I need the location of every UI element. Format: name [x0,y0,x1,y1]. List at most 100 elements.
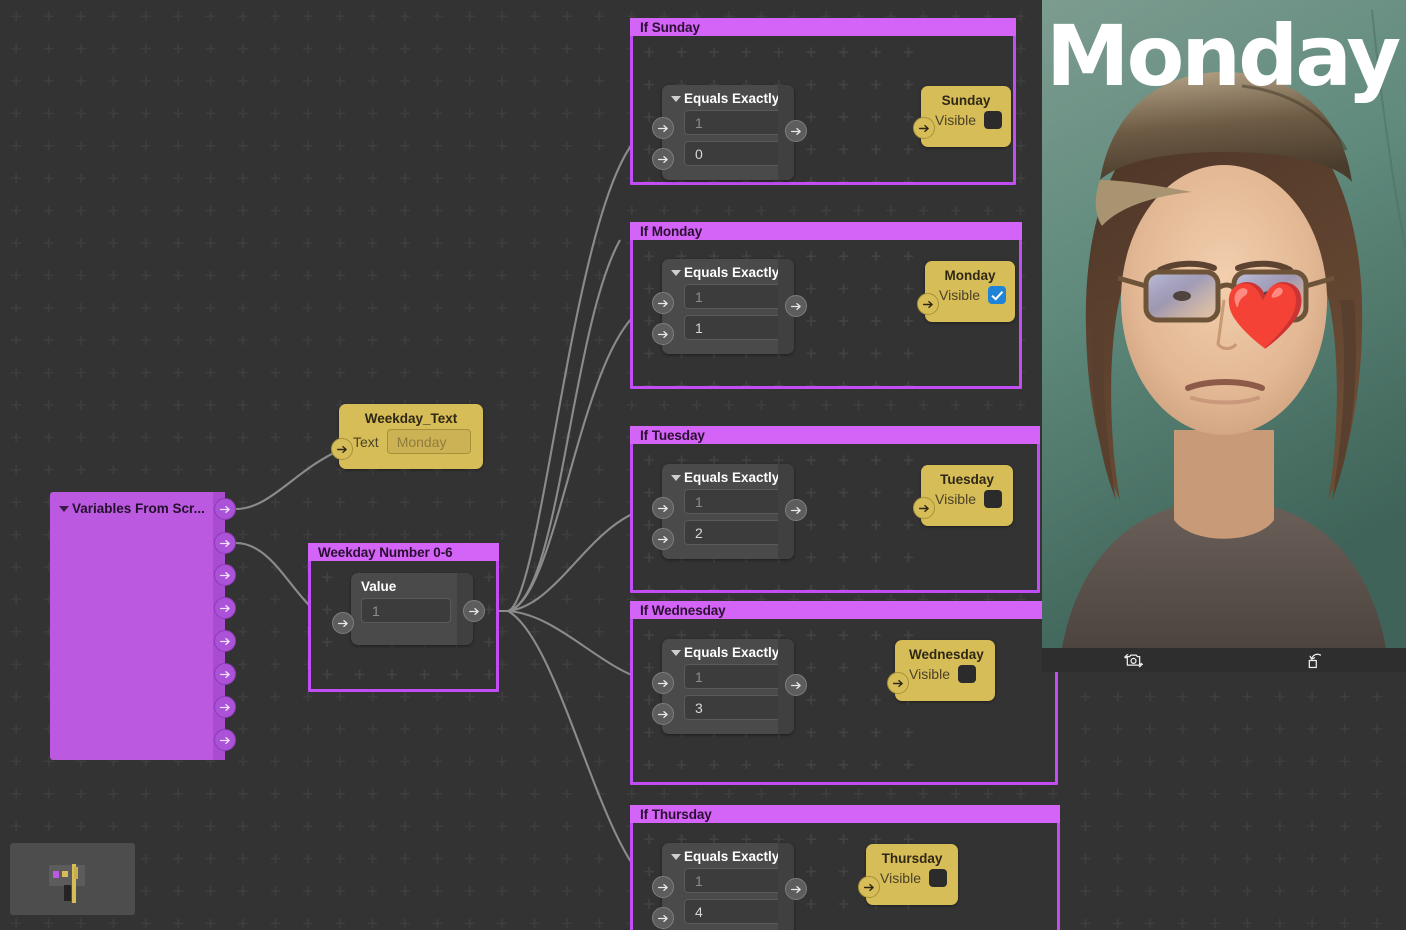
equals-input-port-b-thursday[interactable] [652,907,674,929]
arrow-right-icon [657,504,668,512]
visible-checkbox[interactable] [988,286,1006,304]
output-node-row: Visible [866,869,958,896]
output-node-row: Visible [925,286,1015,313]
equals-input-port-b-sunday[interactable] [652,148,674,170]
output-node-tuesday[interactable]: Tuesday Visible [921,465,1013,526]
equals-input-a[interactable]: 1 [684,489,785,514]
weekday-text-field[interactable]: Monday [386,429,471,454]
value-node-field[interactable]: 1 [361,598,451,623]
flip-image-button[interactable] [1298,649,1332,671]
output-node-input-port-monday[interactable] [917,293,939,315]
collapse-triangle-icon[interactable] [59,506,69,512]
webcam-video: Monday ❤️ [1042,0,1406,648]
output-node-title: Tuesday [940,472,994,487]
equals-node-title: Equals Exactly [684,645,780,660]
equals-exactly-node-tuesday[interactable]: Equals Exactly 1 2 [662,464,794,559]
equals-input-b[interactable]: 1 [684,315,785,340]
variables-output-port-6[interactable] [214,663,236,685]
output-node-input-port-sunday[interactable] [913,117,935,139]
group-if-thursday-title: If Thursday [630,805,1060,823]
value-node-input-port[interactable] [332,612,354,634]
equals-input-port-a-sunday[interactable] [652,117,674,139]
group-if-wednesday-title: If Wednesday [630,601,1058,619]
variables-from-script-node[interactable]: Variables From Scr... [50,492,225,760]
equals-output-port-wednesday[interactable] [785,674,807,696]
equals-input-port-b-wednesday[interactable] [652,703,674,725]
arrow-right-icon [219,505,230,513]
equals-input-port-b-monday[interactable] [652,323,674,345]
output-node-input-port-thursday[interactable] [858,876,880,898]
output-node-input-port-tuesday[interactable] [913,497,935,519]
group-weekday-number-title: Weekday Number 0-6 [308,543,499,561]
equals-input-a[interactable]: 1 [684,664,785,689]
equals-input-a[interactable]: 1 [684,110,785,135]
output-node-sunday[interactable]: Sunday Visible [921,86,1011,147]
weekday-text-node[interactable]: Weekday_Text Text Monday [339,404,483,469]
visible-checkbox[interactable] [958,665,976,683]
output-node-wednesday[interactable]: Wednesday Visible [895,640,995,701]
variables-output-port-2[interactable] [214,532,236,554]
variables-output-port-1[interactable] [214,498,236,520]
value-node[interactable]: Value 1 [351,573,473,645]
equals-input-b[interactable]: 3 [684,695,785,720]
arrow-right-icon [892,679,903,687]
equals-input-port-a-monday[interactable] [652,292,674,314]
variables-output-port-8[interactable] [214,729,236,751]
variables-output-port-5[interactable] [214,630,236,652]
arrow-right-icon [219,670,230,678]
visible-checkbox[interactable] [984,490,1002,508]
arrow-right-icon [790,506,801,514]
equals-exactly-node-wednesday[interactable]: Equals Exactly 1 3 [662,639,794,734]
arrow-right-icon [657,914,668,922]
visible-label: Visible [935,491,976,507]
variables-node-title: Variables From Scr... [72,501,205,516]
variables-output-port-4[interactable] [214,597,236,619]
value-node-title: Value [361,579,397,594]
equals-exactly-node-thursday[interactable]: Equals Exactly 1 4 [662,843,794,930]
equals-input-a[interactable]: 1 [684,868,785,893]
variables-output-port-3[interactable] [214,564,236,586]
visible-checkbox[interactable] [984,111,1002,129]
equals-exactly-node-monday[interactable]: Equals Exactly 1 1 [662,259,794,354]
switch-camera-button[interactable] [1116,649,1150,671]
webcam-toolbar [1042,648,1406,672]
visible-label: Visible [935,112,976,128]
arrow-right-icon [918,504,929,512]
equals-input-port-a-tuesday[interactable] [652,497,674,519]
equals-input-b[interactable]: 0 [684,141,785,166]
equals-input-port-a-thursday[interactable] [652,876,674,898]
output-node-monday[interactable]: Monday Visible [925,261,1015,322]
arrow-right-icon [790,885,801,893]
switch-camera-icon [1123,653,1143,667]
equals-output-port-tuesday[interactable] [785,499,807,521]
output-node-input-port-wednesday[interactable] [887,672,909,694]
equals-output-port-monday[interactable] [785,295,807,317]
arrow-right-icon [219,736,230,744]
arrow-right-icon [219,604,230,612]
equals-exactly-node-sunday[interactable]: Equals Exactly 1 0 [662,85,794,180]
group-if-tuesday-title: If Tuesday [630,426,1040,444]
minimap-group-column [64,885,71,901]
equals-input-b[interactable]: 2 [684,520,785,545]
arrow-right-icon [219,637,230,645]
visible-checkbox[interactable] [929,869,947,887]
equals-output-port-sunday[interactable] [785,120,807,142]
canvas-minimap[interactable] [10,843,135,915]
output-node-thursday[interactable]: Thursday Visible [866,844,958,905]
equals-input-b[interactable]: 4 [684,899,785,924]
weekday-text-input-port[interactable] [331,438,353,460]
equals-input-port-a-wednesday[interactable] [652,672,674,694]
arrow-right-icon [657,710,668,718]
output-node-title: Thursday [881,851,943,866]
output-node-title: Sunday [941,93,991,108]
webcam-panel[interactable]: Monday ❤️ [1042,0,1406,672]
equals-input-port-b-tuesday[interactable] [652,528,674,550]
output-node-title: Wednesday [909,647,984,662]
equals-node-title: Equals Exactly [684,265,780,280]
equals-output-port-thursday[interactable] [785,878,807,900]
equals-node-title: Equals Exactly [684,470,780,485]
variables-output-port-7[interactable] [214,696,236,718]
value-node-output-port[interactable] [463,600,485,622]
group-if-sunday-title: If Sunday [630,18,1016,36]
equals-input-a[interactable]: 1 [684,284,785,309]
